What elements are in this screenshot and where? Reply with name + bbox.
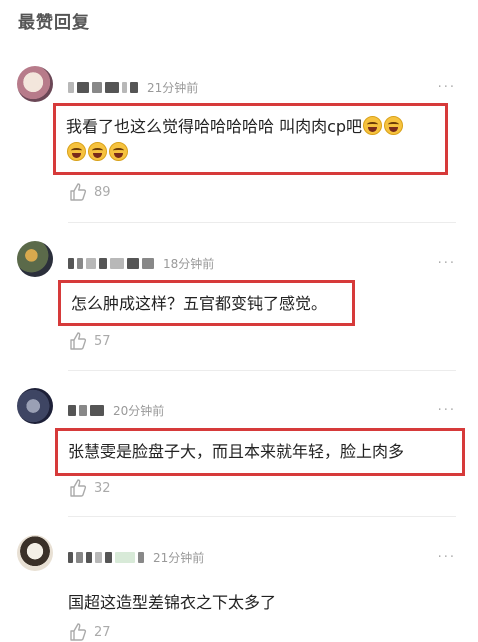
username-row: 21分钟前 <box>68 79 198 95</box>
comment-text: 国超这造型差锦衣之下太多了 <box>68 593 277 612</box>
blurred-username <box>77 81 89 93</box>
blurred-username <box>142 257 154 269</box>
blurred-username <box>110 257 124 269</box>
timestamp: 18分钟前 <box>163 256 215 271</box>
like-count: 27 <box>94 624 111 640</box>
username-row: 18分钟前 <box>68 255 214 271</box>
avatar[interactable] <box>17 241 53 277</box>
timestamp: 21分钟前 <box>147 80 199 95</box>
avatar[interactable] <box>17 66 53 102</box>
more-options-icon[interactable]: ··· <box>438 256 456 271</box>
more-options-icon[interactable]: ··· <box>438 403 456 418</box>
section-title: 最赞回复 <box>18 13 90 33</box>
thumbs-up-icon <box>70 332 87 350</box>
like-button[interactable]: 27 <box>68 622 111 642</box>
avatar[interactable] <box>17 388 53 424</box>
thumbs-up-icon <box>70 479 87 497</box>
blurred-username <box>122 81 127 93</box>
like-count: 32 <box>94 480 111 496</box>
blurred-username <box>76 551 83 563</box>
blurred-username <box>95 551 102 563</box>
more-options-icon[interactable]: ··· <box>438 80 456 95</box>
blurred-username <box>130 81 138 93</box>
timestamp: 20分钟前 <box>113 403 165 418</box>
comment-text: 我看了也这么觉得哈哈哈哈哈 叫肉肉cp吧 <box>66 117 363 136</box>
more-options-icon[interactable]: ··· <box>438 550 456 565</box>
blurred-username <box>105 551 112 563</box>
blurred-username <box>77 257 83 269</box>
laugh-cry-emoji-icon <box>363 116 383 135</box>
blurred-username <box>68 81 74 93</box>
blurred-username <box>127 257 139 269</box>
username-row: 20分钟前 <box>68 402 164 418</box>
blurred-username <box>68 404 76 416</box>
like-button[interactable]: 32 <box>68 478 111 498</box>
timestamp: 21分钟前 <box>153 550 205 565</box>
blurred-username <box>138 551 144 563</box>
blurred-username <box>90 404 104 416</box>
divider <box>68 516 456 517</box>
laugh-cry-emoji-icon <box>384 116 404 135</box>
comment-text-box: 张慧雯是脸盘子大，而且本来就年轻，脸上肉多 <box>55 428 465 476</box>
blurred-username <box>92 81 102 93</box>
laugh-cry-emoji-icon <box>88 142 107 161</box>
like-count: 89 <box>94 184 111 200</box>
blurred-username <box>68 551 73 563</box>
like-button[interactable]: 89 <box>68 182 111 202</box>
blurred-username <box>86 257 96 269</box>
blurred-username <box>99 257 107 269</box>
divider <box>68 222 456 223</box>
username-row: 21分钟前 <box>68 549 204 565</box>
like-count: 57 <box>94 333 111 349</box>
blurred-username <box>105 81 119 93</box>
comment-text-box: 怎么肿成这样？五官都变钝了感觉。 <box>58 280 355 326</box>
blurred-username <box>86 551 92 563</box>
avatar[interactable] <box>17 535 53 571</box>
like-button[interactable]: 57 <box>68 331 111 351</box>
blurred-username <box>79 404 87 416</box>
comment-text-box: 我看了也这么觉得哈哈哈哈哈 叫肉肉cp吧 <box>53 103 448 175</box>
laugh-cry-emoji-icon <box>67 142 86 161</box>
laugh-cry-emoji-icon <box>109 142 128 161</box>
comment-text: 怎么肿成这样？五官都变钝了感觉。 <box>71 294 328 313</box>
divider <box>68 370 456 371</box>
comment-text: 张慧雯是脸盘子大，而且本来就年轻，脸上肉多 <box>68 442 405 461</box>
thumbs-up-icon <box>70 183 87 201</box>
blurred-username <box>115 551 135 563</box>
blurred-username <box>68 257 74 269</box>
thumbs-up-icon <box>70 623 87 641</box>
